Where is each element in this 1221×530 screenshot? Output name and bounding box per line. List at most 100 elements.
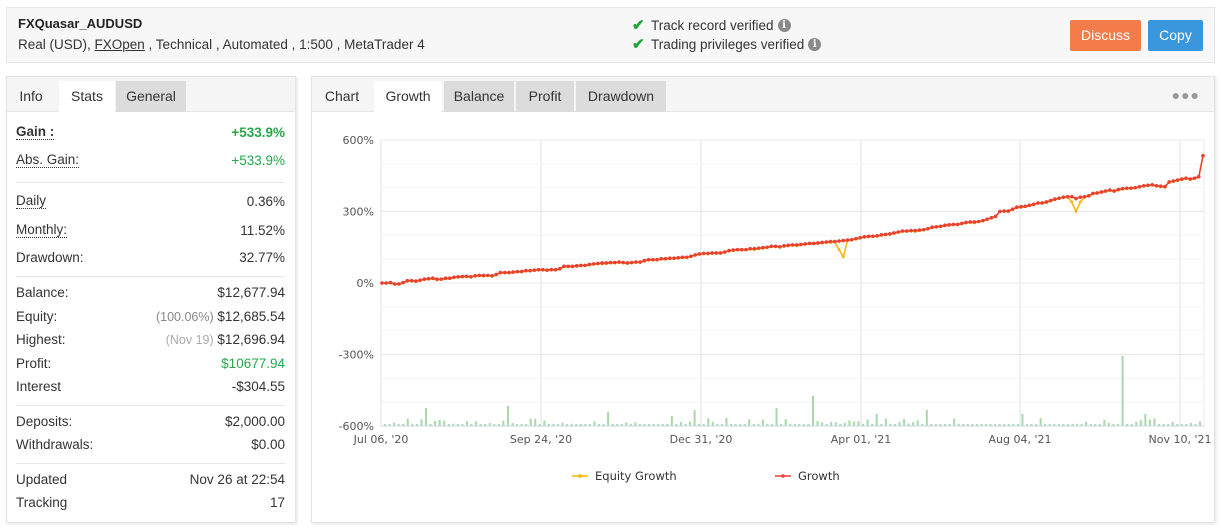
data-point [418,278,422,282]
legend-item[interactable]: Growth [775,469,840,483]
data-point [494,272,499,277]
volume-bar [465,421,468,426]
data-point [938,224,943,229]
data-point [731,248,736,252]
stat-label[interactable]: Daily [16,194,47,209]
data-point [511,270,515,274]
data-point [752,246,757,251]
info-icon[interactable]: i [808,37,822,51]
data-point [989,215,994,220]
volume-bar [443,420,446,426]
legend-marker [781,474,785,478]
tab-profit[interactable]: Profit [516,81,574,112]
volume-bar [848,420,851,426]
tab-stats[interactable]: Stats [59,81,115,113]
growth-chart: 600% 300% 0% -300% -600% Jul 06, '20 Sep 24, … [339,134,1212,483]
data-point [1036,201,1040,205]
more-icon[interactable]: ●●● [1172,87,1200,103]
info-icon[interactable]: i [777,18,791,32]
data-point [1095,191,1100,195]
stat-label: Withdrawals: [16,437,94,453]
data-point [1112,189,1116,193]
tab-general[interactable]: General [116,81,186,112]
volume-bar [866,419,869,426]
tab-chart[interactable]: Chart [312,81,372,112]
stat-row-equity: Equity: (100.06%) $12,685.54 [16,305,285,329]
data-point [507,270,511,275]
data-point [1150,183,1155,187]
data-point [888,232,892,236]
data-point [909,228,913,233]
volume-bar [1148,419,1151,426]
data-point [1014,205,1019,210]
data-point [549,267,554,272]
data-point [401,280,405,285]
track-record-verification: ✔ Track record verified i [632,16,791,34]
volume-bar [1021,414,1024,426]
stat-label[interactable]: Gain : [16,124,55,140]
volume-bar [875,414,878,426]
data-point [574,264,579,268]
data-point [435,277,439,281]
volume-bar [561,422,564,426]
data-point [1146,183,1150,188]
data-point [735,247,740,252]
data-point [600,261,604,265]
legend-item[interactable]: Equity Growth [572,469,677,483]
stat-label: Equity: [16,308,58,324]
divider [16,404,285,406]
data-point [773,244,778,249]
volume-bar [834,422,837,426]
stat-row-withdrawals: Withdrawals: $0.00 [16,433,285,457]
data-point [452,275,456,280]
divider [16,462,285,464]
data-point [693,253,697,257]
data-point [1006,209,1011,213]
x-tick-label: Sep 24, '20 [510,433,572,446]
data-point [579,263,583,268]
copy-button[interactable]: Copy [1148,20,1203,51]
data-point [896,230,901,234]
stat-row-deposits: Deposits: $2,000.00 [16,410,285,434]
data-point [1163,184,1167,189]
data-point [443,276,448,281]
stat-row-drawdown: Drawdown: 32.77% [16,245,285,270]
data-point [680,255,685,260]
data-point [1031,202,1036,207]
discuss-button[interactable]: Discuss [1070,20,1141,51]
stat-value: 32.77% [239,250,285,265]
data-point [646,257,651,262]
volume-bar [1171,421,1174,426]
stat-row-profit: Profit: $10677.94 [16,352,285,376]
chart-legend[interactable]: Equity Growth Growth [572,469,840,483]
data-point [722,250,727,254]
stat-row-updated: Updated Nov 26 at 22:54 [16,468,285,492]
tab-drawdown[interactable]: Drawdown [576,81,666,112]
data-point [1074,210,1078,213]
volume-bar [406,418,409,426]
broker-link[interactable]: FXOpen [95,37,145,52]
account-header: FXQuasar_AUDUSD Real (USD), FXOpen , Tec… [6,7,1215,63]
data-point [502,270,507,275]
stat-label[interactable]: Abs. Gain: [16,153,80,168]
data-point [570,264,575,269]
data-point [1180,177,1184,181]
stat-value: 11.52% [240,223,285,238]
data-point [1019,204,1023,209]
stat-value: $0.00 [251,437,285,453]
volume-bar [811,396,814,426]
volume-bar [711,421,714,426]
stat-label: Deposits: [16,413,73,429]
volume-bar [1139,420,1142,426]
stat-label[interactable]: Monthly: [16,223,68,238]
account-subtitle: Real (USD), FXOpen , Technical , Automat… [18,37,425,52]
x-tick-label: Dec 31, '20 [670,433,733,446]
tab-balance[interactable]: Balance [444,81,514,112]
data-point [756,246,761,251]
stat-value: +533.9% [231,153,285,168]
tab-info[interactable]: Info [7,81,55,112]
tab-growth[interactable]: Growth [374,81,442,113]
volume-bar [821,422,824,426]
data-point [892,231,896,235]
data-point [426,276,431,281]
